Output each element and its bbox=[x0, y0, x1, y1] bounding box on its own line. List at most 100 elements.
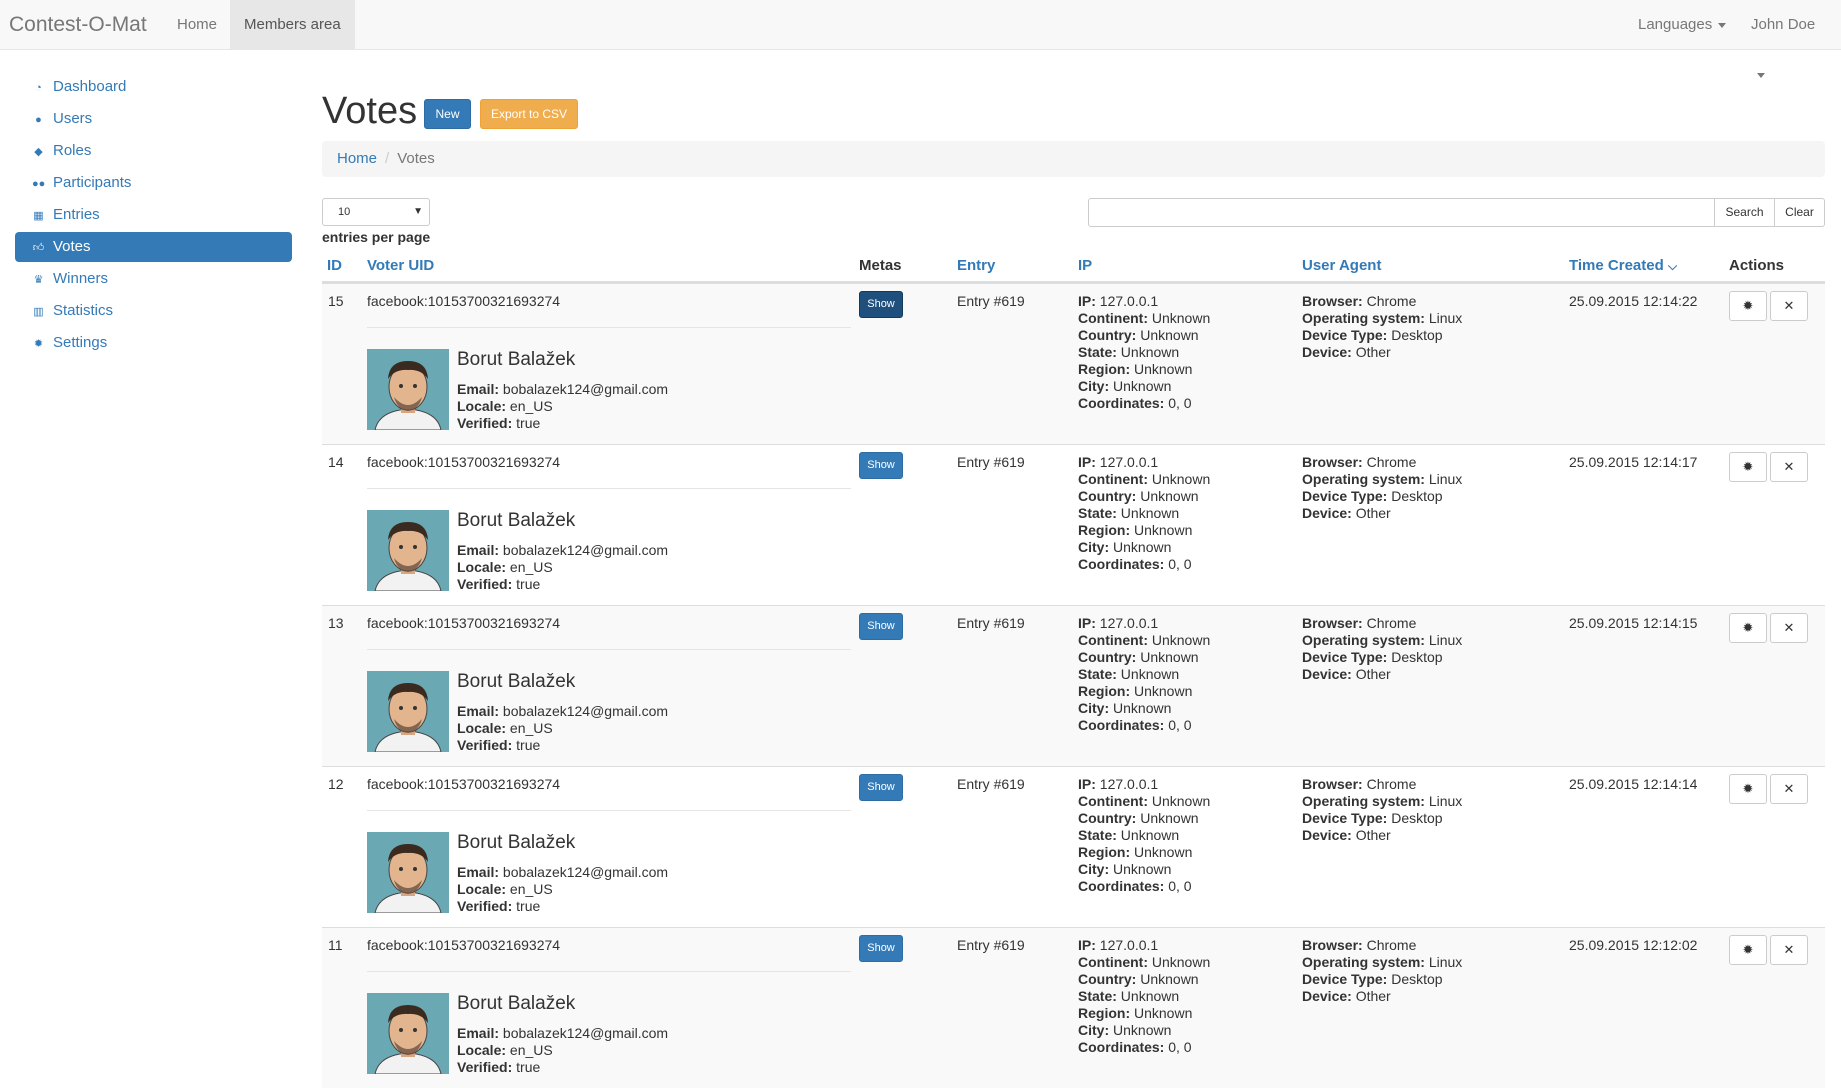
sidebar-item-label: Settings bbox=[53, 334, 108, 351]
languages-label: Languages bbox=[1638, 16, 1713, 33]
sidebar-item-label: Statistics bbox=[53, 302, 114, 319]
participant-name: Borut Balažek bbox=[457, 671, 576, 692]
ip-coordinates: Coordinates: 0, 0 bbox=[1078, 717, 1192, 733]
trophy-icon: ♛ bbox=[33, 274, 44, 286]
entry-link[interactable]: Entry #619 bbox=[957, 613, 1025, 633]
voter-uid: facebook:10153700321693274 bbox=[367, 615, 561, 631]
delete-button[interactable]: ✕ bbox=[1770, 774, 1808, 804]
sidebar-item-entries[interactable]: ▦ Entries bbox=[15, 200, 292, 230]
participant-verified: Verified: true bbox=[457, 576, 541, 592]
page-title: Votes bbox=[322, 90, 418, 132]
edit-button[interactable]: ✹ bbox=[1729, 774, 1767, 804]
entry-link[interactable]: Entry #619 bbox=[957, 452, 1025, 472]
sidebar-item-users[interactable]: ● Users bbox=[15, 104, 292, 134]
table-icon: ▦ bbox=[33, 210, 44, 222]
participant-name: Borut Balažek bbox=[457, 349, 576, 370]
sidebar-item-winners[interactable]: ♛ Winners bbox=[15, 264, 292, 294]
header-entry[interactable]: Entry bbox=[957, 257, 995, 274]
new-button[interactable]: New bbox=[424, 99, 471, 129]
participant-name: Borut Balažek bbox=[457, 832, 576, 853]
breadcrumb-current: Votes bbox=[397, 150, 435, 167]
participant-name: Borut Balažek bbox=[457, 993, 576, 1014]
sidebar-item-participants[interactable]: ●● Participants bbox=[15, 168, 292, 198]
avatar bbox=[367, 832, 449, 913]
participant-verified: Verified: true bbox=[457, 898, 541, 914]
gear-icon: ✹ bbox=[1742, 298, 1754, 313]
header-ip[interactable]: IP bbox=[1078, 257, 1092, 274]
edit-button[interactable]: ✹ bbox=[1729, 452, 1767, 482]
ip-coordinates: Coordinates: 0, 0 bbox=[1078, 395, 1192, 411]
table-row: 12 facebook:10153700321693274 Borut Bala… bbox=[322, 766, 1825, 927]
avatar bbox=[367, 510, 449, 591]
uid-divider bbox=[367, 810, 851, 811]
sidebar-item-label: Dashboard bbox=[53, 78, 127, 95]
ip-coordinates: Coordinates: 0, 0 bbox=[1078, 878, 1192, 894]
delete-button[interactable]: ✕ bbox=[1770, 613, 1808, 643]
sidebar-item-label: Entries bbox=[53, 206, 100, 223]
nav-home[interactable]: Home bbox=[163, 0, 231, 50]
table-row: 13 facebook:10153700321693274 Borut Bala… bbox=[322, 605, 1825, 766]
user-menu-dropdown[interactable]: John Doe bbox=[1737, 0, 1841, 78]
delete-button[interactable]: ✕ bbox=[1770, 935, 1808, 965]
header-id[interactable]: ID bbox=[327, 257, 342, 274]
show-metas-button[interactable]: Show bbox=[859, 774, 903, 801]
header-user-agent[interactable]: User Agent bbox=[1302, 257, 1381, 274]
sidebar-item-roles[interactable]: ◆ Roles bbox=[15, 136, 292, 166]
close-icon: ✕ bbox=[1783, 459, 1795, 474]
row-divider bbox=[322, 605, 1825, 606]
delete-button[interactable]: ✕ bbox=[1770, 452, 1808, 482]
table-row: 15 facebook:10153700321693274 Borut Bala… bbox=[322, 283, 1825, 444]
gear-icon: ✹ bbox=[33, 338, 44, 350]
entry-link[interactable]: Entry #619 bbox=[957, 935, 1025, 955]
nav-members-area[interactable]: Members area bbox=[230, 0, 355, 50]
time-created: 25.09.2015 12:14:14 bbox=[1569, 776, 1698, 792]
time-created: 25.09.2015 12:14:22 bbox=[1569, 293, 1698, 309]
sidebar-item-label: Participants bbox=[53, 174, 132, 191]
participant-verified: Verified: true bbox=[457, 737, 541, 753]
close-icon: ✕ bbox=[1783, 620, 1795, 635]
sidebar-item-settings[interactable]: ✹ Settings bbox=[15, 328, 292, 358]
time-created: 25.09.2015 12:14:15 bbox=[1569, 615, 1698, 631]
search-input[interactable] bbox=[1088, 198, 1715, 227]
sidebar-item-statistics[interactable]: ▥ Statistics bbox=[15, 296, 292, 326]
show-metas-button[interactable]: Show bbox=[859, 452, 903, 479]
avatar bbox=[367, 671, 449, 752]
uid-divider bbox=[367, 649, 851, 650]
brand-logo[interactable]: Contest-O-Mat bbox=[9, 13, 147, 37]
delete-button[interactable]: ✕ bbox=[1770, 291, 1808, 321]
show-metas-button[interactable]: Show bbox=[859, 613, 903, 640]
edit-button[interactable]: ✹ bbox=[1729, 613, 1767, 643]
per-page-select[interactable]: 10 ▼ bbox=[322, 198, 430, 226]
dashboard-icon: ◔ bbox=[35, 82, 42, 94]
sidebar-item-dashboard[interactable]: ◔ Dashboard bbox=[15, 72, 292, 102]
close-icon: ✕ bbox=[1783, 942, 1795, 957]
vote-id: 14 bbox=[328, 454, 344, 470]
edit-button[interactable]: ✹ bbox=[1729, 935, 1767, 965]
vote-id: 12 bbox=[328, 776, 344, 792]
sidebar-item-label: Roles bbox=[53, 142, 92, 159]
export-csv-button[interactable]: Export to CSV bbox=[480, 99, 578, 129]
ua-device: Device: Other bbox=[1302, 827, 1391, 843]
show-metas-button[interactable]: Show bbox=[859, 935, 903, 962]
show-metas-button[interactable]: Show bbox=[859, 291, 903, 318]
header-voter-uid[interactable]: Voter UID bbox=[367, 257, 434, 274]
time-created: 25.09.2015 12:14:17 bbox=[1569, 454, 1698, 470]
ip-coordinates: Coordinates: 0, 0 bbox=[1078, 1039, 1192, 1055]
sidebar-item-label: Winners bbox=[53, 270, 109, 287]
per-page-label: entries per page bbox=[322, 229, 431, 245]
select-arrow-icon: ▼ bbox=[413, 206, 423, 217]
voter-uid: facebook:10153700321693274 bbox=[367, 454, 561, 470]
entry-link[interactable]: Entry #619 bbox=[957, 291, 1025, 311]
uid-divider bbox=[367, 488, 851, 489]
participant-verified: Verified: true bbox=[457, 1059, 541, 1075]
entry-link[interactable]: Entry #619 bbox=[957, 774, 1025, 794]
row-divider bbox=[322, 283, 1825, 284]
breadcrumb-home[interactable]: Home bbox=[337, 150, 377, 167]
clear-button[interactable]: Clear bbox=[1774, 198, 1825, 227]
sidebar-item-votes[interactable]: 👍︎ Votes bbox=[15, 232, 292, 262]
edit-button[interactable]: ✹ bbox=[1729, 291, 1767, 321]
row-divider bbox=[322, 927, 1825, 928]
languages-dropdown[interactable]: Languages bbox=[1624, 0, 1740, 50]
search-button[interactable]: Search bbox=[1714, 198, 1775, 227]
header-time-created[interactable]: Time Created ⌵ bbox=[1569, 257, 1677, 274]
